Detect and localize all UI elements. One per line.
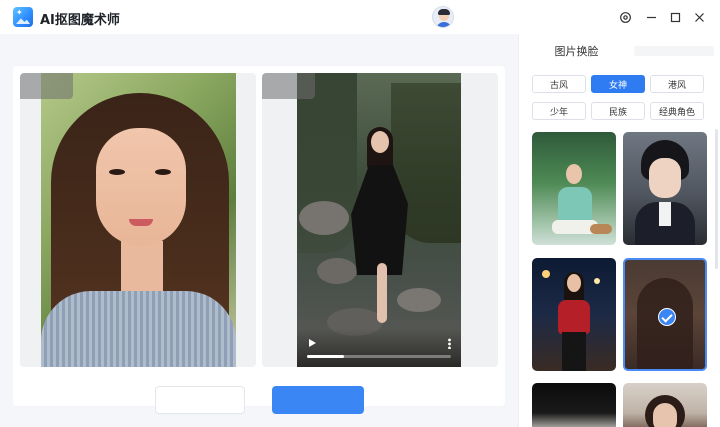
video-controls xyxy=(297,329,461,367)
template-thumbnail[interactable] xyxy=(623,383,707,427)
play-icon[interactable] xyxy=(309,339,316,347)
more-options-icon[interactable] xyxy=(448,338,451,349)
result-video-frame xyxy=(297,73,461,367)
video-progress-fill xyxy=(307,355,345,358)
tag-shaonian[interactable]: 少年 xyxy=(532,102,586,120)
face-swap-sidebar: 图片换脸 古风 女神 港风 少年 民族 经典角色 xyxy=(518,34,720,427)
app-logo-icon: ✦ xyxy=(13,7,33,27)
source-portrait-image xyxy=(41,73,236,367)
template-thumbnail[interactable] xyxy=(532,258,616,371)
template-thumbnail[interactable] xyxy=(623,132,707,245)
source-corner-tag xyxy=(20,73,73,99)
result-video-preview[interactable] xyxy=(262,73,498,367)
preview-panel xyxy=(13,66,505,406)
sidebar-title: 图片换脸 xyxy=(554,45,599,58)
work-area xyxy=(0,34,518,427)
selected-check-icon xyxy=(658,308,676,326)
tag-gangfeng[interactable]: 港风 xyxy=(650,75,704,93)
maximize-icon[interactable] xyxy=(665,7,685,27)
video-progress-bar[interactable] xyxy=(307,355,451,358)
sidebar-header-placeholder xyxy=(634,46,714,56)
primary-action-button[interactable] xyxy=(272,386,364,414)
close-icon[interactable] xyxy=(689,7,709,27)
tag-jingdian-juese[interactable]: 经典角色 xyxy=(650,102,704,120)
user-avatar[interactable] xyxy=(432,6,454,28)
minimize-icon[interactable] xyxy=(641,7,661,27)
template-thumbnail-selected[interactable] xyxy=(623,258,707,371)
tag-nvshen[interactable]: 女神 xyxy=(591,75,645,93)
sidebar-scrollbar[interactable] xyxy=(715,129,718,269)
app-title: AI抠图魔术师 xyxy=(40,13,120,28)
secondary-action-button[interactable] xyxy=(155,386,245,414)
tag-minzu[interactable]: 民族 xyxy=(591,102,645,120)
tag-gufeng[interactable]: 古风 xyxy=(532,75,586,93)
template-thumbnail[interactable] xyxy=(532,132,616,245)
source-image-preview[interactable] xyxy=(20,73,256,367)
result-corner-tag xyxy=(262,73,315,99)
template-thumbnail[interactable] xyxy=(532,383,616,427)
settings-gear-icon[interactable] xyxy=(615,7,635,27)
title-bar: ✦ AI抠图魔术师 xyxy=(0,0,720,34)
